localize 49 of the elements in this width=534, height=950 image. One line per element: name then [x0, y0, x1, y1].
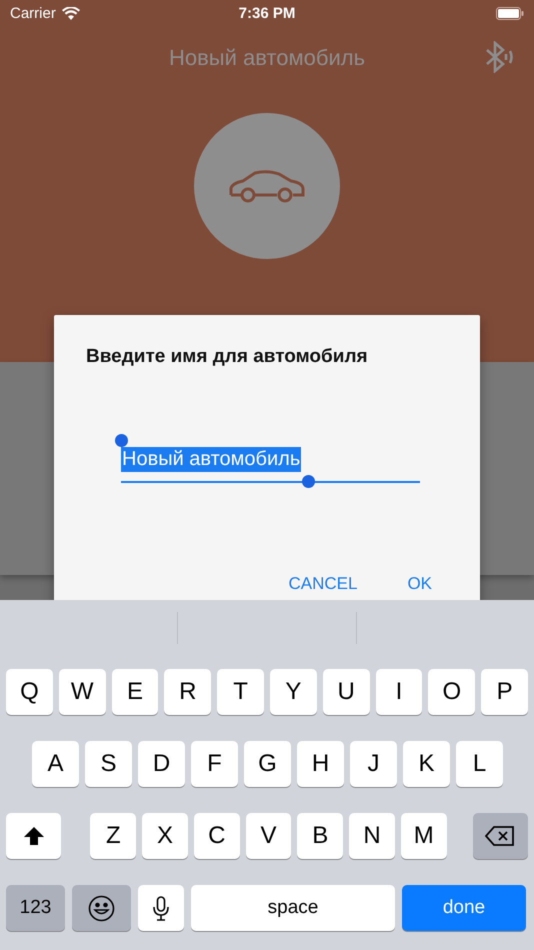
space-key[interactable]: space — [191, 885, 395, 931]
selection-handle[interactable] — [115, 434, 128, 447]
keyboard-key[interactable]: A — [32, 741, 79, 787]
dialog-title: Введите имя для автомобиля — [86, 346, 369, 368]
keyboard-key[interactable]: B — [297, 813, 344, 859]
battery-icon — [496, 6, 524, 20]
keyboard-key[interactable]: U — [322, 669, 370, 715]
keyboard-key[interactable]: D — [138, 741, 185, 787]
keyboard-key[interactable]: P — [481, 669, 528, 715]
keyboard-key[interactable]: W — [58, 669, 106, 715]
clock-time: 7:36 PM — [238, 4, 296, 22]
keyboard-key[interactable]: F — [191, 741, 238, 787]
keyboard-key[interactable]: G — [244, 741, 291, 787]
carrier-label: Carrier — [10, 4, 56, 22]
keyboard-key[interactable]: T — [217, 669, 264, 715]
keyboard-key[interactable]: I — [376, 669, 422, 715]
microphone-key[interactable] — [138, 885, 184, 931]
smiley-icon — [88, 894, 115, 922]
done-key[interactable]: done — [402, 885, 526, 931]
numbers-key[interactable]: 123 — [6, 885, 65, 931]
keyboard-key[interactable]: E — [112, 669, 158, 715]
backspace-key[interactable] — [472, 813, 528, 859]
keyboard-key[interactable]: Z — [90, 813, 136, 859]
keyboard-key[interactable]: H — [297, 741, 344, 787]
dialog-button[interactable]: OK — [407, 574, 432, 594]
selection-handle[interactable] — [302, 475, 315, 488]
keyboard-key[interactable]: O — [428, 669, 476, 715]
keyboard-key[interactable]: C — [194, 813, 240, 859]
keyboard-key[interactable]: L — [456, 741, 503, 787]
backspace-icon — [485, 826, 516, 846]
name-input-field[interactable]: Новый автомобиль — [114, 433, 420, 490]
screen-title: Новый автомобиль — [168, 45, 366, 71]
wifi-icon — [62, 6, 80, 20]
keyboard-key[interactable]: N — [349, 813, 395, 859]
keyboard-key[interactable]: S — [85, 741, 132, 787]
keyboard-key[interactable]: K — [403, 741, 450, 787]
keyboard-key[interactable]: X — [142, 813, 188, 859]
keyboard-key[interactable]: R — [164, 669, 212, 715]
dialog-button[interactable]: CANCEL — [288, 574, 358, 594]
keyboard-key[interactable]: J — [350, 741, 397, 787]
keyboard-key[interactable]: Y — [270, 669, 317, 715]
keyboard-key[interactable]: V — [246, 813, 292, 859]
car-icon — [227, 169, 307, 203]
keyboard-key[interactable]: Q — [6, 669, 53, 715]
microphone-icon — [153, 896, 169, 920]
shift-key[interactable] — [6, 813, 62, 859]
shift-icon — [22, 826, 45, 846]
emoji-key[interactable] — [72, 885, 131, 931]
keyboard-key[interactable]: M — [400, 813, 447, 859]
